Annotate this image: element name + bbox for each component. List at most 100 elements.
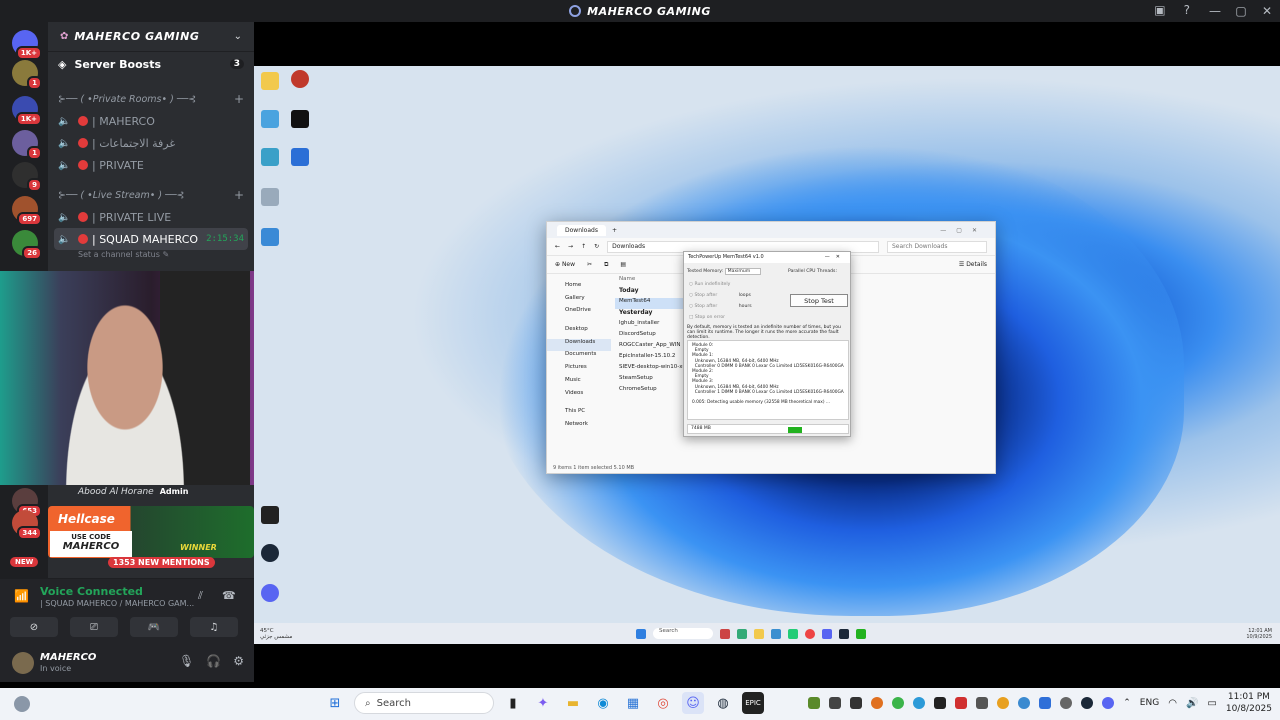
tray-nvidia-icon[interactable] xyxy=(808,697,821,709)
desktop-icon[interactable] xyxy=(256,228,284,248)
radio-stop-after-hours[interactable]: ○ Stop after hours xyxy=(689,304,752,309)
desktop-icon[interactable] xyxy=(286,148,314,168)
bluetooth-icon[interactable] xyxy=(1039,697,1052,709)
desktop-icon[interactable] xyxy=(256,110,284,130)
discord-icon[interactable]: ☺ xyxy=(682,692,704,714)
remote-search[interactable]: Search xyxy=(653,628,713,639)
tray-icon[interactable] xyxy=(871,697,884,709)
column-name[interactable]: Name xyxy=(615,276,685,287)
file-item[interactable]: DiscordSetup xyxy=(615,331,685,342)
sidebar-item-onedrive[interactable]: OneDrive xyxy=(547,307,611,320)
tray-icon[interactable] xyxy=(997,697,1010,709)
start-icon[interactable]: ⊞ xyxy=(324,692,346,714)
server-icon-server-6[interactable]: 26 xyxy=(12,230,42,260)
voice-channel-private-live[interactable]: 🔈 | PRIVATE LIVE xyxy=(48,206,254,228)
settings-icon[interactable]: ⚙ xyxy=(233,654,244,668)
sidebar-item-pictures[interactable]: Pictures xyxy=(547,364,611,377)
file-item[interactable]: ChromeSetup xyxy=(615,386,685,397)
epic-games-icon[interactable]: EPIC xyxy=(742,692,764,714)
tray-icon[interactable] xyxy=(1081,697,1094,709)
edge-icon[interactable]: ◉ xyxy=(592,692,614,714)
tray-icon[interactable] xyxy=(1018,697,1031,709)
start-icon[interactable] xyxy=(636,628,646,639)
add-channel-icon[interactable]: + xyxy=(234,188,244,202)
details-button[interactable]: ☰ Details xyxy=(959,261,987,268)
checkbox-stop-on-error[interactable]: □ Stop on error xyxy=(689,315,725,320)
server-boosts[interactable]: ◈ Server Boosts 3 xyxy=(48,52,254,76)
tray-icon[interactable] xyxy=(892,697,905,709)
wifi-icon[interactable]: ◠ xyxy=(1168,698,1177,709)
taskbar-clock[interactable]: 11:01 PM 10/8/2025 xyxy=(1226,691,1272,715)
steam-icon[interactable] xyxy=(256,544,284,564)
mic-icon[interactable]: 🎙 xyxy=(179,654,194,668)
server-icon-server-8[interactable]: 344 xyxy=(12,510,42,540)
app-icon[interactable] xyxy=(822,628,832,639)
voice-channel-meeting[interactable]: 🔈 | غرفة الاجتماعات xyxy=(48,132,254,154)
server-icon-server-3[interactable]: 1 xyxy=(12,130,42,160)
inbox-icon[interactable]: ▣ xyxy=(1154,3,1165,17)
camera-button[interactable]: ⊘ xyxy=(10,617,58,637)
screenshare-button[interactable]: ⎚ xyxy=(70,617,118,637)
server-icon-server-4[interactable]: 9 xyxy=(12,162,42,192)
desktop-icon[interactable] xyxy=(256,148,284,168)
refresh-icon[interactable]: ↻ xyxy=(594,243,599,250)
new-button[interactable]: ⊕ New xyxy=(555,261,575,268)
voice-channel-maherco[interactable]: 🔈 | MAHERCO xyxy=(48,110,254,132)
window-controls[interactable]: —✕ xyxy=(825,254,846,261)
minimize-button[interactable]: — xyxy=(1202,4,1228,18)
channel-status-hint[interactable]: Set a channel status ✎ xyxy=(48,250,254,262)
chevron-down-icon[interactable]: ⌄ xyxy=(234,31,242,42)
remote-clock[interactable]: 12:01 AM 10/9/2025 xyxy=(1246,628,1272,640)
tray-icon[interactable] xyxy=(829,697,842,709)
file-item[interactable]: lghub_installer xyxy=(615,320,685,331)
disconnect-icon[interactable]: ☎ xyxy=(222,589,236,602)
memtest-taskbar-icon[interactable] xyxy=(856,628,866,639)
radio-stop-after-loops[interactable]: ○ Stop after loops xyxy=(689,293,751,298)
category-private-rooms[interactable]: ⊱── ( •Private Rooms• ) ──⊰ + xyxy=(48,88,254,110)
desktop-icon[interactable] xyxy=(286,110,314,130)
new-tab-icon[interactable]: + xyxy=(612,227,617,234)
recycle-bin-icon[interactable] xyxy=(256,188,284,208)
file-explorer-icon[interactable] xyxy=(754,628,764,639)
file-item[interactable]: EpicInstaller-15.10.2 xyxy=(615,353,685,364)
app-icon[interactable] xyxy=(720,628,730,639)
tray-icon[interactable] xyxy=(1102,697,1115,709)
tab-downloads[interactable]: Downloads xyxy=(557,224,606,236)
group-today[interactable]: Today xyxy=(615,287,685,298)
battery-icon[interactable]: ▭ xyxy=(1207,698,1216,709)
app-icon[interactable] xyxy=(771,628,781,639)
activity-button[interactable]: 🎮 xyxy=(130,617,178,637)
group-yesterday[interactable]: Yesterday xyxy=(615,309,685,320)
tray-icon[interactable] xyxy=(955,697,968,709)
stop-test-button[interactable]: Stop Test xyxy=(790,294,848,307)
language-indicator[interactable]: ENG xyxy=(1140,698,1159,708)
mentions-pill[interactable]: 1353 NEW MENTIONS xyxy=(108,557,215,568)
search-input[interactable]: Search Downloads xyxy=(887,240,987,253)
steam-icon[interactable]: ◍ xyxy=(712,692,734,714)
voice-channel-squad-maherco[interactable]: 🔈 | SQUAD MAHERCO 2:15:34 xyxy=(54,228,248,250)
headphones-icon[interactable]: 🎧 xyxy=(206,654,221,668)
memtest-log[interactable]: Module 0: Empty Module 1: Unknown, 16384… xyxy=(687,340,849,420)
forward-icon[interactable]: → xyxy=(568,243,573,250)
up-icon[interactable]: ↑ xyxy=(581,243,586,250)
store-icon[interactable]: ▦ xyxy=(622,692,644,714)
sidebar-item-videos[interactable]: Videos xyxy=(547,390,611,403)
paste-icon[interactable]: ▤ xyxy=(620,261,626,268)
voice-channel[interactable]: | SQUAD MAHERCO / MAHERCO GAM... xyxy=(40,599,194,608)
sidebar-item-documents[interactable]: Documents xyxy=(547,351,611,364)
server-header[interactable]: ✿ MAHERCO GAMING ⌄ xyxy=(48,22,254,52)
weather-widget[interactable]: 45°C مشمس جزئي xyxy=(260,628,292,640)
tray-icon[interactable] xyxy=(1060,697,1073,709)
app-icon[interactable] xyxy=(839,628,849,639)
sidebar-item-downloads[interactable]: Downloads xyxy=(547,338,611,352)
file-explorer-icon[interactable]: ▬ xyxy=(562,692,584,714)
desktop-icon[interactable] xyxy=(256,72,284,92)
tested-memory-select[interactable]: Maximum xyxy=(724,268,762,275)
sidebar-item-gallery[interactable]: Gallery xyxy=(547,295,611,308)
sidebar-item-network[interactable]: Network xyxy=(547,421,611,434)
signal-icon[interactable]: 📶 xyxy=(14,589,29,603)
taskbar-search[interactable]: ⌕ Search xyxy=(354,692,494,714)
sidebar-item-home[interactable]: Home xyxy=(547,282,611,295)
desktop-icon[interactable] xyxy=(286,70,314,90)
chevron-up-icon[interactable]: ⌃ xyxy=(1123,698,1131,708)
